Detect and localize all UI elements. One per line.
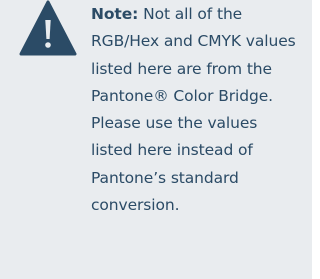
note-label: Note: [91, 5, 139, 23]
warning-triangle-icon [19, 0, 77, 56]
note-body: Not all of the RGB/Hex and CMYK values l… [91, 5, 296, 215]
note-panel: Note: Not all of the RGB/Hex and CMYK va… [0, 0, 312, 279]
note-text: Note: Not all of the RGB/Hex and CMYK va… [91, 1, 296, 219]
